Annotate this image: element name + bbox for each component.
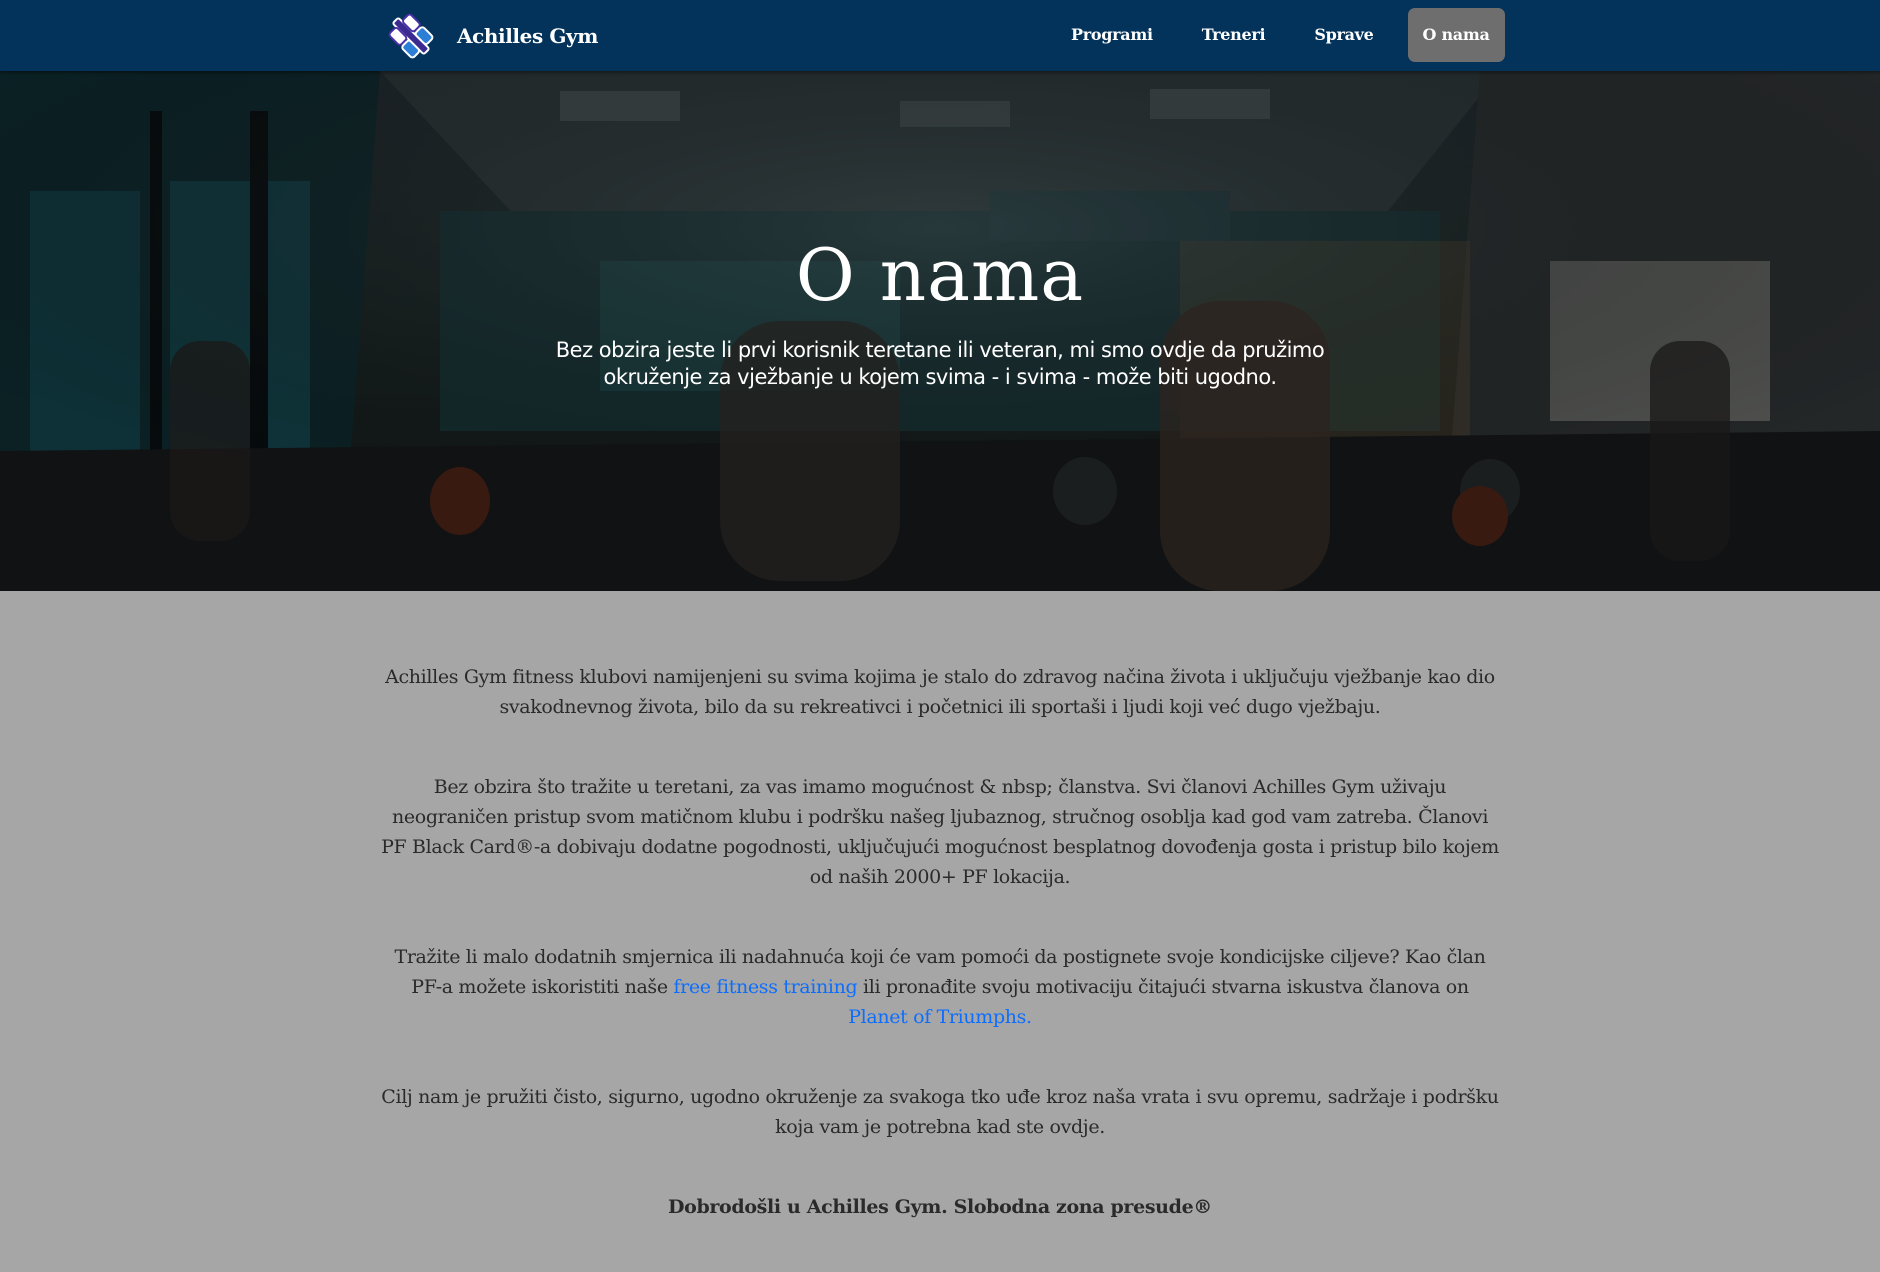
welcome-tagline: Dobrodošli u Achilles Gym. Slobodna zona… — [668, 1196, 1212, 1218]
nav-item-treneri[interactable]: Treneri — [1187, 8, 1281, 62]
free-fitness-training-link[interactable]: free fitness training — [673, 976, 857, 998]
top-navbar: Achilles Gym Programi Treneri Sprave O n… — [0, 0, 1880, 71]
planet-of-triumphs-link[interactable]: Planet of Triumphs. — [848, 1006, 1032, 1028]
nav-item-o-nama[interactable]: O nama — [1407, 8, 1505, 62]
about-content: Achilles Gym fitness klubovi namijenjeni… — [380, 662, 1500, 1272]
hero-subtitle: Bez obzira jeste li prvi korisnik tereta… — [555, 338, 1325, 389]
dumbbell-logo-icon — [388, 13, 434, 59]
paragraph-guidance-text-2: ili pronađite svoju motivaciju čitajući … — [857, 976, 1469, 998]
main-nav: Programi Treneri Sprave O nama — [1056, 8, 1505, 62]
hero-title: O nama — [795, 233, 1085, 317]
paragraph-goal: Cilj nam je pružiti čisto, sigurno, ugod… — [381, 1086, 1499, 1138]
paragraph-guidance: Tražite li malo dodatnih smjernica ili n… — [380, 942, 1500, 1032]
nav-item-sprave[interactable]: Sprave — [1299, 8, 1388, 62]
hero-banner: O nama Bez obzira jeste li prvi korisnik… — [0, 71, 1880, 591]
brand-name: Achilles Gym — [457, 24, 599, 48]
gym-background-image — [0, 71, 1880, 591]
paragraph-intro: Achilles Gym fitness klubovi namijenjeni… — [385, 666, 1495, 718]
paragraph-membership: Bez obzira što tražite u teretani, za va… — [381, 776, 1499, 888]
nav-item-programi[interactable]: Programi — [1056, 8, 1168, 62]
brand-link[interactable]: Achilles Gym — [386, 10, 598, 62]
